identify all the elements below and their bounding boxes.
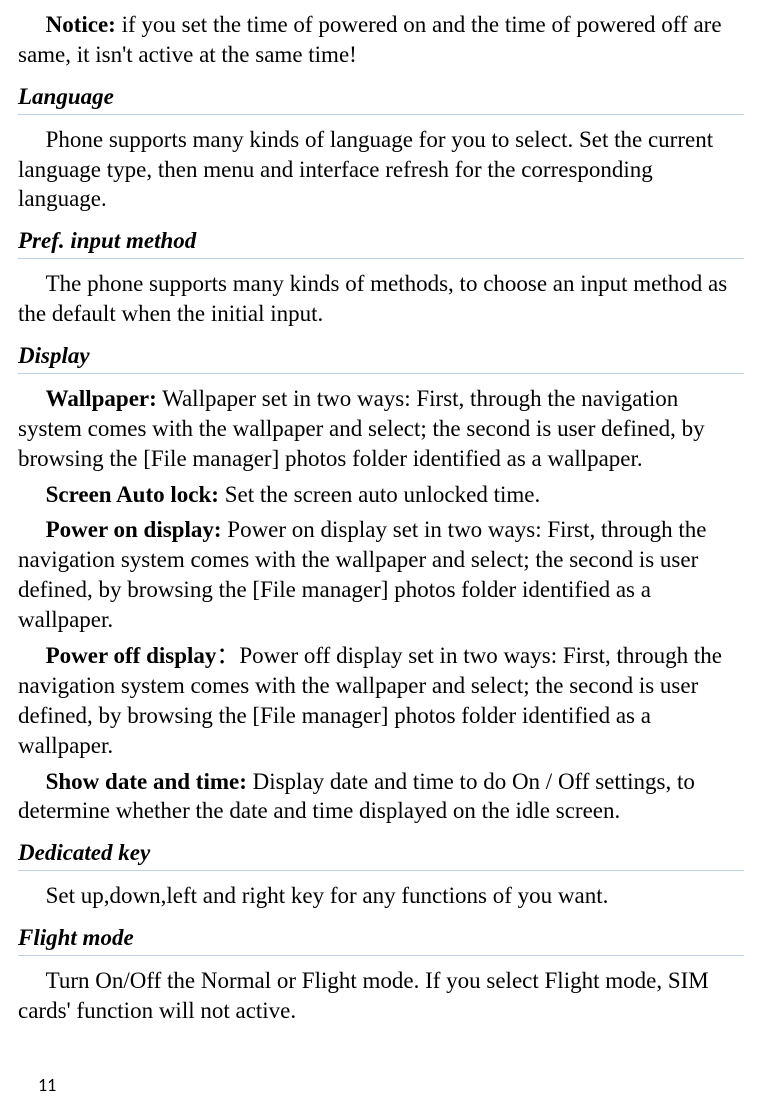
- notice-text: if you set the time of powered on and th…: [18, 12, 722, 67]
- display-body: Wallpaper: Wallpaper set in two ways: Fi…: [18, 384, 744, 826]
- heading-dedicated-key: Dedicated key: [18, 838, 744, 871]
- display-poweroff: Power off display：Power off display set …: [18, 641, 744, 761]
- notice-paragraph: Notice: if you set the time of powered o…: [18, 10, 744, 70]
- dedicated-paragraph: Set up,down,left and right key for any f…: [18, 881, 744, 911]
- autolock-text: Set the screen auto unlocked time.: [219, 482, 540, 507]
- display-poweron: Power on display: Power on display set i…: [18, 515, 744, 635]
- display-autolock: Screen Auto lock: Set the screen auto un…: [18, 480, 744, 510]
- heading-display: Display: [18, 341, 744, 374]
- poweroff-label: Power off display: [46, 643, 217, 668]
- notice-label: Notice:: [46, 12, 116, 37]
- pref-input-paragraph: The phone supports many kinds of methods…: [18, 269, 744, 329]
- showdate-label: Show date and time:: [46, 769, 247, 794]
- flight-paragraph: Turn On/Off the Normal or Flight mode. I…: [18, 966, 744, 1026]
- heading-pref-input: Pref. input method: [18, 226, 744, 259]
- autolock-label: Screen Auto lock:: [46, 482, 219, 507]
- heading-language: Language: [18, 82, 744, 115]
- language-paragraph: Phone supports many kinds of language fo…: [18, 125, 744, 215]
- wallpaper-label: Wallpaper:: [46, 386, 157, 411]
- poweron-label: Power on display:: [46, 517, 222, 542]
- display-showdate: Show date and time: Display date and tim…: [18, 767, 744, 827]
- heading-flight-mode: Flight mode: [18, 923, 744, 956]
- display-wallpaper: Wallpaper: Wallpaper set in two ways: Fi…: [18, 384, 744, 474]
